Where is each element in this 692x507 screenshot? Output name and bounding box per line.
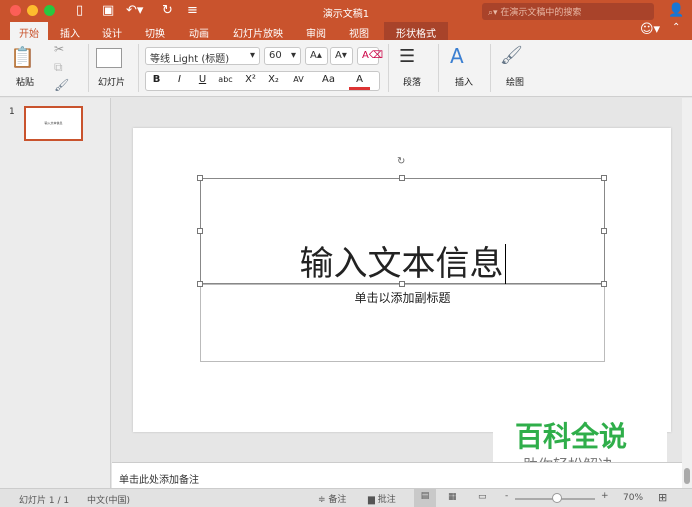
tab-review[interactable]: 审阅 [297, 22, 335, 40]
status-bar: 幻灯片 1 / 1 中文(中国) ≑ 备注 ▆ 批注 ▤ ▦ ▭ - + 70%… [0, 488, 692, 507]
tab-home[interactable]: 开始 [10, 22, 48, 40]
font-size-select[interactable]: 60 ▾ [264, 47, 301, 65]
font-size: 60 [269, 50, 282, 61]
bold-button[interactable]: B [146, 72, 167, 90]
feedback-smiley-icon[interactable]: ☺▾ [640, 22, 660, 37]
insert-shape-icon[interactable]: A [450, 44, 464, 68]
tab-view[interactable]: 视图 [340, 22, 378, 40]
subscript-button[interactable]: X₂ [263, 72, 284, 90]
slide-counter: 幻灯片 1 / 1 [19, 496, 70, 506]
resize-handle[interactable] [399, 281, 405, 287]
tab-transitions[interactable]: 切换 [136, 22, 174, 40]
shrink-font-button[interactable]: A▾ [330, 47, 353, 65]
notes-button[interactable]: ≑ 备注 [318, 492, 346, 505]
tab-insert[interactable]: 插入 [51, 22, 89, 40]
collapse-ribbon-icon[interactable]: ⌃ [672, 22, 680, 33]
thumbnail-text: 输入文本信息 [44, 121, 63, 125]
slide-title[interactable]: 输入文本信息 [200, 244, 605, 284]
zoom-out-button[interactable]: - [505, 491, 508, 501]
new-slide-icon[interactable] [96, 48, 122, 68]
paragraph-label[interactable]: 段落 [403, 75, 421, 88]
superscript-button[interactable]: X² [240, 72, 261, 90]
strikethrough-button[interactable]: abc [215, 72, 236, 90]
zoom-in-button[interactable]: + [601, 491, 609, 501]
ribbon: 📋 粘贴 ✂ ⧉ 🖌 幻灯片 等线 Light (标题) ▾ 60 ▾ A▴ A▾ … [0, 40, 692, 97]
char-spacing-button[interactable]: AV [288, 72, 309, 90]
tab-slideshow[interactable]: 幻灯片放映 [224, 22, 292, 40]
tab-shape-format[interactable]: 形状格式 [384, 22, 448, 40]
resize-handle[interactable] [197, 281, 203, 287]
thumbnail-number: 1 [9, 107, 15, 117]
resize-handle[interactable] [601, 281, 607, 287]
slide-title-text: 输入文本信息 [299, 244, 504, 284]
grow-font-button[interactable]: A▴ [305, 47, 328, 65]
fit-to-window-icon[interactable]: ⊞ [658, 491, 667, 504]
notes-button-label: 备注 [328, 495, 347, 505]
zoom-level[interactable]: 70% [623, 493, 643, 503]
rotate-handle-icon[interactable]: ↻ [397, 156, 405, 167]
font-color-button[interactable]: A [349, 72, 370, 90]
normal-view-icon[interactable]: ▤ [414, 489, 436, 507]
comments-button[interactable]: ▆ 批注 [368, 492, 396, 505]
resize-handle[interactable] [197, 228, 203, 234]
draw-brush-icon[interactable]: 🖌 [500, 45, 523, 66]
share-user-icon[interactable]: 👤 [668, 3, 684, 18]
paste-icon[interactable]: 📋 [10, 45, 35, 69]
notes-placeholder: 单击此处添加备注 [119, 475, 199, 486]
slide-canvas[interactable]: 输入文本信息 单击以添加副标题 ↻ [133, 128, 671, 432]
tab-animations[interactable]: 动画 [180, 22, 218, 40]
title-bar: ▯ ▣ ↶▾ ↻ ≡ 演示文稿1 ⌕▾ 在演示文稿中的搜索 👤 ☺▾ ⌃ 开始 … [0, 0, 692, 40]
cut-icon[interactable]: ✂ [54, 42, 64, 56]
draw-label[interactable]: 绘图 [506, 75, 524, 88]
tab-design[interactable]: 设计 [93, 22, 131, 40]
resize-handle[interactable] [197, 175, 203, 181]
paragraph-icon[interactable]: ☰ [399, 46, 415, 67]
search-placeholder: 在演示文稿中的搜索 [500, 8, 582, 18]
slide-label[interactable]: 幻灯片 [98, 75, 125, 88]
copy-icon[interactable]: ⧉ [54, 60, 63, 75]
notes-pane[interactable]: 单击此处添加备注 [112, 462, 682, 488]
vertical-scrollbar[interactable] [682, 98, 692, 488]
insert-label[interactable]: 插入 [455, 75, 473, 88]
search-input[interactable]: ⌕▾ 在演示文稿中的搜索 [482, 3, 654, 20]
zoom-slider-thumb[interactable] [552, 493, 563, 503]
comments-button-label: 批注 [377, 495, 396, 505]
underline-button[interactable]: U [192, 72, 213, 90]
scrollbar-thumb[interactable] [684, 468, 690, 484]
format-painter-icon[interactable]: 🖌 [54, 78, 69, 92]
font-name: 等线 Light (标题) [150, 54, 230, 65]
language[interactable]: 中文(中国) [87, 493, 130, 506]
watermark-title: 百科全说 [515, 420, 628, 453]
italic-button[interactable]: I [169, 72, 190, 90]
clear-format-button[interactable]: A⌫ [357, 47, 383, 65]
slide-sorter-icon[interactable]: ▦ [448, 492, 457, 502]
slide-subtitle[interactable]: 单击以添加副标题 [200, 289, 605, 306]
slide-thumbnail-pane: 1 输入文本信息 [0, 98, 111, 488]
resize-handle[interactable] [601, 228, 607, 234]
resize-handle[interactable] [601, 175, 607, 181]
resize-handle[interactable] [399, 175, 405, 181]
font-name-select[interactable]: 等线 Light (标题) ▾ [145, 47, 260, 65]
presenter-view-icon[interactable]: ▭ [478, 492, 487, 502]
change-case-button[interactable]: Aa [318, 72, 339, 90]
paste-label[interactable]: 粘贴 [16, 75, 34, 88]
slide-thumbnail[interactable]: 输入文本信息 [24, 106, 83, 141]
